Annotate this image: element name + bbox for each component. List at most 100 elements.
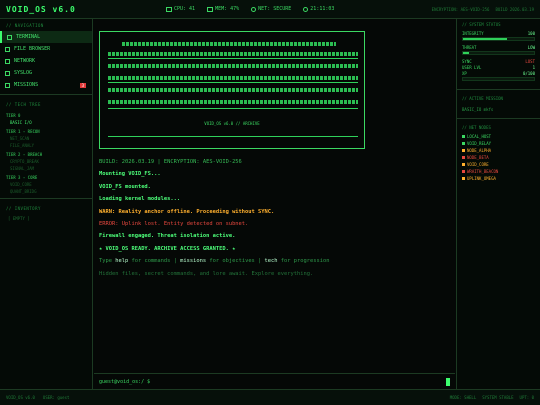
- integrity-bar: [462, 37, 535, 41]
- sidebar-item-label: NETWORK: [14, 58, 36, 64]
- tech-item-crypto-break[interactable]: CRYPTO_BREAK: [0, 158, 92, 165]
- node-status-icon: [462, 170, 465, 173]
- sidebar-item-syslog[interactable]: SYSLOG: [0, 67, 92, 79]
- status-mode: MODE: SHELL: [449, 395, 477, 400]
- node-label: NODE_BETA: [467, 155, 489, 160]
- metric-value: LOW: [527, 44, 535, 50]
- output-line: BUILD: 2026.03.19 | ENCRYPTION: AES-VOID…: [99, 159, 242, 165]
- xp-row: XP 0/100: [457, 70, 540, 76]
- active-mission-title: // ACTIVE MISSION: [462, 96, 503, 101]
- net-node[interactable]: UPLINK_OMEGA: [457, 175, 540, 182]
- log-icon: [5, 70, 10, 76]
- net-label: NET: SECURE: [258, 6, 292, 12]
- ascii-art-row: [108, 64, 358, 68]
- terminal-output: BUILD: 2026.03.19 | ENCRYPTION: AES-VOID…: [99, 156, 449, 280]
- tech-command: tech: [264, 258, 278, 265]
- ascii-art-rule: [108, 108, 358, 109]
- inventory-title: // INVENTORY: [6, 206, 41, 211]
- command-prompt[interactable]: guest@void_os:/ $: [94, 373, 455, 389]
- status-os: VOID_OS v6.0: [6, 395, 35, 400]
- missions-command: missions: [180, 258, 207, 265]
- status-uptime: UPT: 0: [519, 395, 534, 400]
- output-line: Firewall engaged. Threat isolation activ…: [99, 233, 236, 240]
- divider: [457, 118, 540, 119]
- net-node[interactable]: NODE_BETA: [457, 154, 540, 161]
- row-value: 0/100: [522, 70, 535, 76]
- metric-label: THREAT: [462, 44, 477, 50]
- sidebar-item-label: TERMINAL: [16, 34, 41, 40]
- tech-item-net-scan[interactable]: NET_SCAN: [0, 135, 92, 142]
- node-label: UPLINK_OMEGA: [467, 176, 496, 181]
- tech-item-file-analy[interactable]: FILE_ANALY: [0, 142, 92, 149]
- ascii-caption: VOID_OS v6.0 // ARCHIVE: [204, 121, 260, 126]
- network-icon: [5, 58, 10, 64]
- net-node[interactable]: NODE_ALPHA: [457, 147, 540, 154]
- sidebar-item-missions[interactable]: MISSIONS 3: [0, 79, 92, 91]
- command-input[interactable]: [153, 378, 394, 385]
- hint-line: Hidden files, secret commands, and lore …: [99, 270, 314, 277]
- metric-value: 100: [527, 30, 535, 36]
- help-text: for objectives |: [206, 258, 265, 265]
- node-label: VOID_RELAY: [467, 141, 492, 146]
- node-label: VOID_CORE: [467, 162, 489, 167]
- tech-item-void-core[interactable]: VOID_CORE: [0, 181, 92, 188]
- help-text: for commands |: [128, 258, 181, 265]
- status-bar: VOID_OS v6.0 USER: guest MODE: SHELL SYS…: [0, 389, 540, 405]
- row-value: LOST: [525, 58, 535, 64]
- nav-title: // NAVIGATION: [6, 23, 44, 28]
- node-label: WRAITH_BEACON: [467, 169, 499, 174]
- node-status-icon: [462, 163, 465, 166]
- net-node[interactable]: VOID_RELAY: [457, 140, 540, 147]
- tier-label: TIER 0: [6, 113, 21, 118]
- cpu-icon: [166, 6, 172, 12]
- cursor-icon: [446, 378, 450, 386]
- cpu-label: CPU: 41: [174, 6, 196, 12]
- ready-line: ★ VOID_OS READY. ARCHIVE ACCESS GRANTED.…: [99, 245, 236, 252]
- status-stability: SYSTEM STABLE: [482, 395, 514, 400]
- row-label: XP: [462, 70, 467, 76]
- terminal-panel[interactable]: VOID_OS v6.0 // ARCHIVE BUILD: 2026.03.1…: [94, 19, 455, 389]
- help-line: Type help for commands | missions for ob…: [99, 255, 449, 267]
- ascii-banner: VOID_OS v6.0 // ARCHIVE: [99, 31, 365, 149]
- app-title: VOID_OS v6.0: [6, 4, 76, 14]
- mem-label: MEM: 47%: [215, 6, 240, 12]
- mem-stat: MEM: 47%: [207, 6, 239, 12]
- sidebar-item-file-browser[interactable]: FILE BROWSER: [0, 43, 92, 55]
- threat-row: THREAT LOW: [457, 44, 540, 50]
- tech-item-quant-bridg[interactable]: QUANT_BRIDG: [0, 188, 92, 195]
- output-line: VOID_FS mounted.: [99, 183, 151, 190]
- net-node[interactable]: VOID_CORE: [457, 161, 540, 168]
- active-mission[interactable]: BASIC_IO mkfs: [457, 104, 540, 115]
- tech-item-basic-io[interactable]: BASIC I/O: [0, 119, 92, 126]
- node-status-icon: [462, 149, 465, 152]
- tier-label: TIER 2 - BREACH: [6, 152, 43, 157]
- help-command: help: [115, 258, 129, 265]
- net-stat: NET: SECURE: [251, 6, 291, 12]
- help-text: for progression: [277, 258, 330, 265]
- terminal-icon: [7, 34, 12, 40]
- integrity-row: INTEGRITY 100: [457, 30, 540, 36]
- node-status-icon: [462, 135, 465, 138]
- status-user: USER: guest: [42, 395, 70, 400]
- sidebar-item-network[interactable]: NETWORK: [0, 55, 92, 67]
- threat-bar-fill: [463, 52, 469, 54]
- ascii-art-row: [122, 42, 336, 46]
- net-node[interactable]: WRAITH_BEACON: [457, 168, 540, 175]
- build-label: BUILD 2026.03.19: [495, 7, 534, 12]
- row-label: USER LVL: [462, 64, 482, 70]
- row-label: SYNC: [462, 58, 472, 64]
- sidebar-item-terminal[interactable]: TERMINAL: [0, 31, 92, 43]
- metric-label: INTEGRITY: [462, 30, 484, 36]
- row-value: 1: [532, 64, 535, 70]
- net-node[interactable]: LOCAL_HOST: [457, 133, 540, 140]
- ascii-art-rule: [108, 58, 358, 59]
- tech-item-signal-jam[interactable]: SIGNAL_JAM: [0, 165, 92, 172]
- sidebar-item-label: FILE BROWSER: [14, 46, 51, 52]
- output-line: Loading kernel modules...: [99, 196, 181, 203]
- prompt-label: guest@void_os:/ $: [99, 378, 151, 385]
- ascii-art-row: [108, 100, 358, 104]
- threat-bar: [462, 51, 535, 55]
- ascii-art-row: [108, 52, 358, 56]
- divider: [457, 89, 540, 90]
- ascii-art-row: [108, 88, 358, 92]
